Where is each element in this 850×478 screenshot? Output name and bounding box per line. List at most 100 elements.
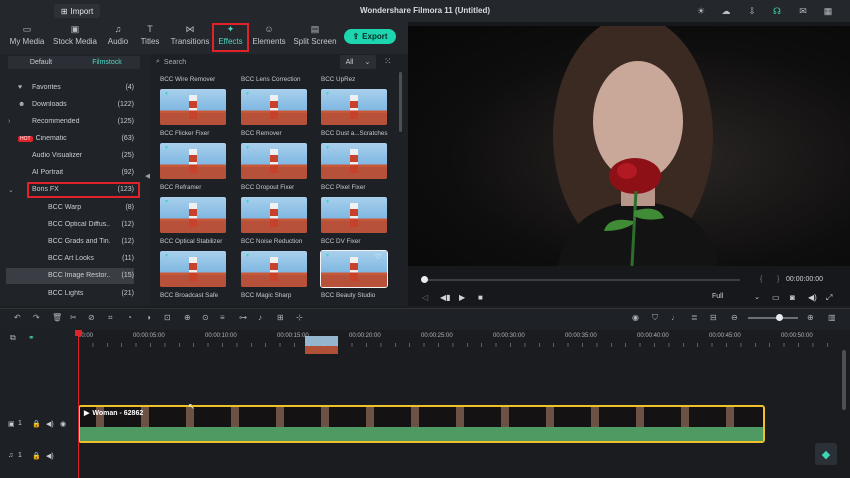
category-ai-portrait[interactable]: AI Portrait (92) (8, 165, 134, 180)
snapshot-icon[interactable]: ⊟ (710, 313, 717, 322)
link-icon[interactable]: ⚭ (28, 333, 35, 342)
favorite-heart-icon[interactable]: ♡ (375, 253, 381, 261)
search-input[interactable]: ⌕ Search (156, 55, 334, 69)
filter-dropdown[interactable]: All ⌄ (340, 55, 376, 69)
effect-thumbnail[interactable]: ▼ (241, 251, 307, 287)
prev-frame-icon[interactable]: ◀▮ (440, 293, 451, 302)
grid-scrollbar[interactable] (399, 72, 402, 132)
mail-icon[interactable]: ✉ (797, 5, 809, 17)
lock-icon[interactable]: 🔒 (32, 420, 41, 428)
effect-thumbnail[interactable]: ▼ (241, 89, 307, 125)
effect-thumbnail[interactable]: ▼ (321, 89, 387, 125)
category-bcc-warp[interactable]: BCC Warp (8) (20, 200, 134, 215)
category-bcc-grads[interactable]: BCC Grads and Tin... (12) (20, 234, 134, 249)
mute-icon[interactable]: ♪ (258, 313, 262, 322)
playhead[interactable] (78, 330, 79, 478)
effect-thumbnail[interactable]: ▼ (321, 197, 387, 233)
play-icon[interactable]: ▶ (459, 293, 465, 302)
playback-scrubber[interactable] (424, 279, 740, 281)
export-button[interactable]: ⇪ Export (344, 29, 396, 44)
audio-adjust-icon[interactable]: ≡ (220, 313, 225, 322)
zoom-in-icon[interactable]: ⊕ (807, 313, 814, 322)
category-bcc-art-looks[interactable]: BCC Art Looks (11) (20, 251, 134, 266)
scrubber-handle[interactable] (421, 276, 428, 283)
category-downloads[interactable]: ☻ Downloads (122) (8, 97, 134, 112)
microphone-icon[interactable]: ♩ (671, 313, 679, 322)
stop-icon[interactable]: ■ (478, 293, 483, 302)
text-to-speech-icon[interactable]: ≣ (691, 313, 698, 322)
color-icon[interactable]: ◑ (146, 313, 151, 322)
crop-icon[interactable]: ⌗ (108, 313, 113, 323)
effect-thumbnail[interactable]: ▼ (241, 197, 307, 233)
effect-thumbnail-selected[interactable]: ▼ ♡ (320, 250, 388, 288)
motion-icon[interactable]: ⊹ (296, 313, 303, 322)
quality-dropdown[interactable]: Full ⌄ (712, 293, 760, 301)
tab-split-screen[interactable]: ▤ Split Screen (291, 24, 339, 52)
volume-icon[interactable]: ◀) (46, 452, 54, 460)
shield-icon[interactable]: ⛉ (652, 313, 658, 323)
tab-my-media[interactable]: ▭ My Media (4, 24, 50, 52)
speed-icon[interactable]: ◔ (127, 313, 132, 322)
stabilize-icon[interactable]: ⊙ (202, 313, 209, 322)
green-screen-icon[interactable]: ⊞ (277, 313, 284, 322)
chevron-right-icon[interactable]: › (8, 118, 18, 125)
cut-icon[interactable]: ✂ (70, 313, 77, 322)
add-track-icon[interactable]: ⧉ (10, 333, 16, 343)
mark-out-icon[interactable]: } (777, 276, 779, 283)
effect-thumbnail[interactable]: ▼ (160, 197, 226, 233)
volume-icon[interactable]: ◀) (46, 420, 54, 428)
import-button[interactable]: ⊞ Import (54, 4, 100, 18)
category-bcc-lights[interactable]: BCC Lights (21) (20, 286, 134, 301)
split-icon[interactable]: ⊶ (239, 313, 247, 322)
timeline-ruler[interactable] (78, 343, 838, 347)
effect-thumbnail[interactable]: ▼ (321, 143, 387, 179)
grid-view-icon[interactable]: ⁙ (384, 56, 392, 67)
zoom-slider[interactable] (748, 317, 798, 319)
tag-icon[interactable]: ⊘ (88, 313, 95, 322)
zoom-slider-handle[interactable] (776, 314, 783, 321)
dragged-effect-thumbnail[interactable] (305, 336, 338, 354)
category-bcc-optical-diffusion[interactable]: BCC Optical Diffus... (12) (20, 217, 134, 232)
tab-transitions[interactable]: ⋈ Transitions (168, 24, 212, 52)
volume-icon[interactable]: ◀) (808, 293, 817, 302)
lock-icon[interactable]: 🔒 (32, 452, 41, 460)
keyframe-icon[interactable]: ⊡ (164, 313, 171, 322)
tab-titles[interactable]: T Titles (136, 24, 164, 52)
render-icon[interactable]: ◉ (632, 313, 639, 322)
delete-icon[interactable]: 🗑 (52, 313, 62, 322)
effect-thumbnail[interactable]: ▼ (160, 89, 226, 125)
camera-icon[interactable]: ◙ (790, 293, 795, 302)
eye-icon[interactable]: ◉ (60, 420, 66, 428)
cloud-icon[interactable]: ☁ (720, 5, 732, 17)
category-cinematic[interactable]: HOT Cinematic (63) (8, 131, 134, 146)
category-recommended[interactable]: › Recommended (125) (8, 114, 134, 129)
zoom-out-icon[interactable]: ⊖ (731, 313, 738, 322)
fullscreen-icon[interactable]: ⤢ (826, 293, 832, 303)
category-favorites[interactable]: ♥ Favorites (4) (8, 80, 134, 95)
category-audio-visualizer[interactable]: Audio Visualizer (25) (8, 148, 134, 163)
dashboard-icon[interactable]: ▦ (822, 5, 834, 17)
video-clip[interactable]: ▶ Woman - 62862 (78, 405, 765, 443)
timeline-scrollbar[interactable] (842, 350, 846, 410)
redo-icon[interactable]: ↷ (33, 313, 40, 322)
tab-stock-media[interactable]: ▣ Stock Media (51, 24, 99, 52)
playhead-handle[interactable] (75, 330, 82, 336)
effect-thumbnail[interactable]: ▼ (160, 251, 226, 287)
bulb-icon[interactable]: ☀ (695, 5, 707, 17)
tab-elements[interactable]: ☺ Elements (251, 24, 287, 52)
download-icon[interactable]: ⇩ (746, 5, 758, 17)
effect-thumbnail[interactable]: ▼ (160, 143, 226, 179)
tab-filmstock[interactable]: Filmstock (74, 56, 140, 69)
headset-icon[interactable]: ☊ (771, 5, 783, 17)
step-back-icon[interactable]: ◁ (422, 293, 428, 302)
tab-default[interactable]: Default (8, 56, 74, 69)
freeze-icon[interactable]: ⊕ (184, 313, 191, 322)
effect-thumbnail[interactable]: ▼ (241, 143, 307, 179)
monitor-icon[interactable]: ▭ (772, 293, 780, 302)
fit-timeline-icon[interactable]: ▥ (828, 313, 836, 322)
diamond-icon[interactable]: ◆ (815, 443, 837, 465)
chevron-down-icon[interactable]: ⌄ (8, 186, 18, 194)
category-bcc-image-restoration[interactable]: BCC Image Restor... (15) (20, 268, 134, 283)
undo-icon[interactable]: ↶ (14, 313, 21, 322)
mark-in-icon[interactable]: { (760, 276, 762, 283)
